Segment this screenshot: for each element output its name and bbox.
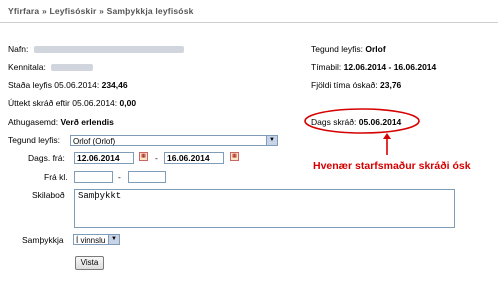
calendar-icon[interactable]: ▦: [230, 152, 239, 161]
time-from-input[interactable]: [74, 171, 113, 183]
time-from-label: Frá kl.: [44, 172, 68, 182]
date-to-input[interactable]: 16.06.2014: [164, 152, 224, 164]
annotation-arrow-head: [383, 133, 391, 139]
time-range-dash: -: [118, 172, 121, 182]
approve-label: Samþykkja: [22, 235, 64, 245]
approve-select-value: Í vinnslu: [76, 236, 106, 245]
type-select-value: Orlof (Orlof): [73, 137, 116, 146]
save-button[interactable]: Vista: [75, 256, 104, 270]
chevron-down-icon[interactable]: ▼: [108, 235, 119, 244]
date-from-label: Dags. frá:: [28, 153, 65, 163]
date-range-dash: -: [155, 153, 158, 163]
annotation-ellipse: [304, 108, 420, 134]
time-to-input[interactable]: [128, 171, 166, 183]
approve-select[interactable]: Í vinnslu ▼: [73, 234, 120, 245]
calendar-icon[interactable]: ▦: [139, 152, 148, 161]
date-from-input[interactable]: 12.06.2014: [74, 152, 134, 164]
annotation-text: Hvenær starfsmaður skráði ósk: [313, 160, 471, 172]
type-select[interactable]: Orlof (Orlof) ▼: [70, 135, 278, 146]
message-label: Skilaboð: [32, 190, 65, 200]
chevron-down-icon[interactable]: ▼: [266, 136, 277, 145]
message-textarea[interactable]: Samþykkt: [74, 189, 455, 228]
type-select-label: Tegund leyfis:: [8, 135, 60, 145]
